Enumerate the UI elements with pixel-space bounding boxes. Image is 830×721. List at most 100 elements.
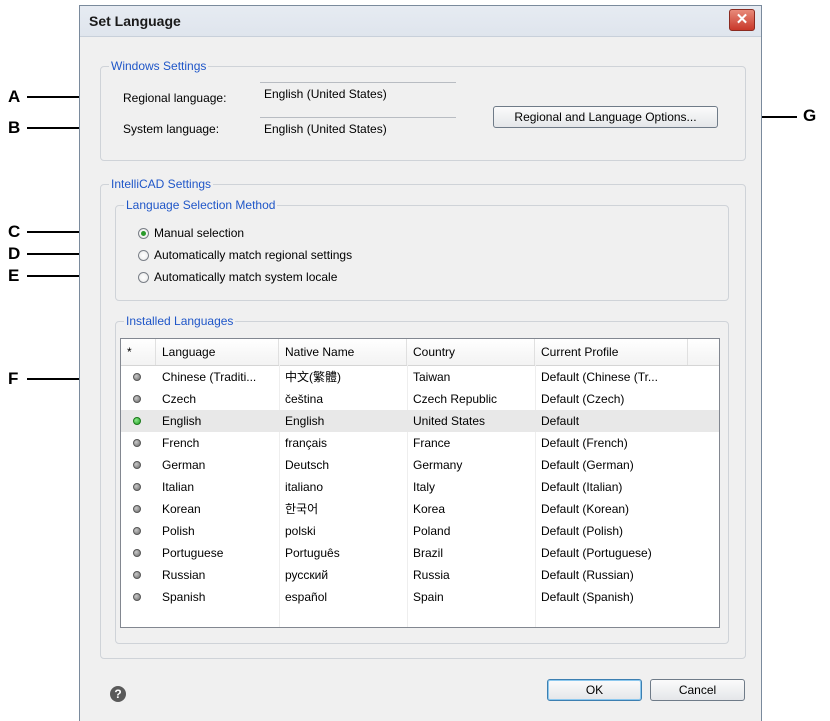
regional-language-value: English (United States) <box>260 82 456 105</box>
cell-country: Italy <box>413 480 436 494</box>
cell-language: English <box>162 414 202 428</box>
cell-native-name: English <box>285 414 325 428</box>
cell-language: German <box>162 458 206 472</box>
language-indicator-icon <box>133 505 141 513</box>
installed-languages-list[interactable]: * Language Native Name Country Current P… <box>120 338 720 628</box>
table-row[interactable]: French français France Default (French) <box>121 432 719 454</box>
list-header: * Language Native Name Country Current P… <box>121 339 719 366</box>
cell-country: Korea <box>413 502 446 516</box>
language-indicator-icon <box>133 571 141 579</box>
cell-native-name: 中文(繁體) <box>285 370 341 384</box>
radio-match-regional-settings-label: Automatically match regional settings <box>154 248 353 262</box>
table-row[interactable]: Chinese (Traditi... 中文(繁體) Taiwan Default (… <box>121 366 719 388</box>
ok-button[interactable]: OK <box>547 679 642 701</box>
regional-language-options-button[interactable]: Regional and Language Options... <box>493 106 718 128</box>
language-indicator-icon <box>133 395 141 403</box>
cell-native-name: Deutsch <box>285 458 330 472</box>
cell-language: Chinese (Traditi... <box>162 370 257 384</box>
table-row[interactable]: Russian русский Russia Default (Russian) <box>121 564 719 586</box>
cell-native-name: 한국어 <box>285 502 319 516</box>
close-icon: ✕ <box>735 11 749 28</box>
table-row[interactable]: Portuguese Português Brazil Default (Portug… <box>121 542 719 564</box>
callout-d: D <box>8 244 21 263</box>
cell-current-profile: Default (Chinese (Tr... <box>541 370 658 384</box>
cell-current-profile: Default (German) <box>541 458 634 472</box>
cell-current-profile: Default (Spanish) <box>541 590 634 604</box>
cell-language: Czech <box>162 392 197 406</box>
radio-match-system-locale-label: Automatically match system locale <box>154 270 338 284</box>
dialog-title: Set Language <box>89 13 181 29</box>
table-row[interactable]: Czech čeština Czech Republic Default (Czech… <box>121 388 719 410</box>
cell-language: Spanish <box>162 590 206 604</box>
cell-country: Taiwan <box>413 370 451 384</box>
cell-native-name: čeština <box>285 392 324 406</box>
radio-match-regional-settings[interactable]: Automatically match regional settings <box>138 248 352 262</box>
radio-manual-selection[interactable]: Manual selection <box>138 226 244 240</box>
table-row[interactable]: Spanish español Spain Default (Spanish) <box>121 586 719 608</box>
help-icon[interactable]: ? <box>110 686 126 702</box>
cell-language: French <box>162 436 200 450</box>
language-indicator-icon <box>133 439 141 447</box>
cell-native-name: русский <box>285 568 329 582</box>
cell-current-profile: Default (Polish) <box>541 524 624 538</box>
language-indicator-icon <box>133 593 141 601</box>
language-indicator-icon <box>133 549 141 557</box>
callout-e: E <box>8 266 20 285</box>
cell-language: Russian <box>162 568 206 582</box>
table-row[interactable]: German Deutsch Germany Default (German) <box>121 454 719 476</box>
cell-native-name: polski <box>285 524 316 538</box>
column-header-language[interactable]: Language <box>156 339 279 365</box>
set-language-dialog: Set Language ✕ Windows Settings Regional… <box>79 5 762 721</box>
radio-selected-icon[interactable] <box>138 227 149 239</box>
cell-current-profile: Default <box>541 414 580 428</box>
language-indicator-icon <box>133 461 141 469</box>
intellicad-settings-label: IntelliCAD Settings <box>109 177 214 191</box>
cell-current-profile: Default (Italian) <box>541 480 623 494</box>
cell-country: United States <box>413 414 486 428</box>
table-row[interactable]: English English United States Default <box>121 410 719 432</box>
radio-unselected-icon[interactable] <box>138 271 149 283</box>
cell-country: France <box>413 436 451 450</box>
cell-country: Spain <box>413 590 444 604</box>
cancel-button[interactable]: Cancel <box>650 679 745 701</box>
language-indicator-icon <box>133 373 141 381</box>
radio-unselected-icon[interactable] <box>138 249 149 261</box>
callout-c: C <box>8 222 21 241</box>
cell-current-profile: Default (Korean) <box>541 502 630 516</box>
cell-native-name: italiano <box>285 480 324 494</box>
regional-language-label: Regional language: <box>123 91 227 105</box>
cell-current-profile: Default (Portuguese) <box>541 546 652 560</box>
column-header-current-profile[interactable]: Current Profile <box>535 339 688 365</box>
callout-g: G <box>803 106 817 125</box>
cell-language: Portuguese <box>162 546 224 560</box>
cell-country: Poland <box>413 524 451 538</box>
table-row[interactable]: Italian italiano Italy Default (Italian) <box>121 476 719 498</box>
callout-b: B <box>8 118 21 137</box>
installed-languages-label: Installed Languages <box>124 314 236 328</box>
callout-a: A <box>8 87 21 106</box>
callout-f: F <box>8 369 19 388</box>
title-bar[interactable]: Set Language ✕ <box>80 6 761 37</box>
cell-native-name: español <box>285 590 328 604</box>
radio-match-system-locale[interactable]: Automatically match system locale <box>138 270 337 284</box>
table-row[interactable]: Polish polski Poland Default (Polish) <box>121 520 719 542</box>
radio-manual-selection-label: Manual selection <box>154 226 245 240</box>
cell-language: Polish <box>162 524 195 538</box>
cell-country: Germany <box>413 458 463 472</box>
close-button[interactable]: ✕ <box>729 9 755 31</box>
column-header-native-name[interactable]: Native Name <box>279 339 407 365</box>
language-indicator-icon <box>133 483 141 491</box>
language-selection-method-label: Language Selection Method <box>124 198 278 212</box>
system-language-value: English (United States) <box>260 117 456 140</box>
cell-language: Korean <box>162 502 201 516</box>
table-row[interactable]: Korean 한국어 Korea Default (Korean) <box>121 498 719 520</box>
language-indicator-icon <box>133 527 141 535</box>
cell-current-profile: Default (Czech) <box>541 392 625 406</box>
column-header-active[interactable]: * <box>121 339 156 365</box>
column-header-country[interactable]: Country <box>407 339 535 365</box>
cell-country: Russia <box>413 568 450 582</box>
cell-country: Czech Republic <box>413 392 498 406</box>
system-language-label: System language: <box>123 122 220 136</box>
cell-native-name: Português <box>285 546 340 560</box>
windows-settings-label: Windows Settings <box>109 59 209 73</box>
